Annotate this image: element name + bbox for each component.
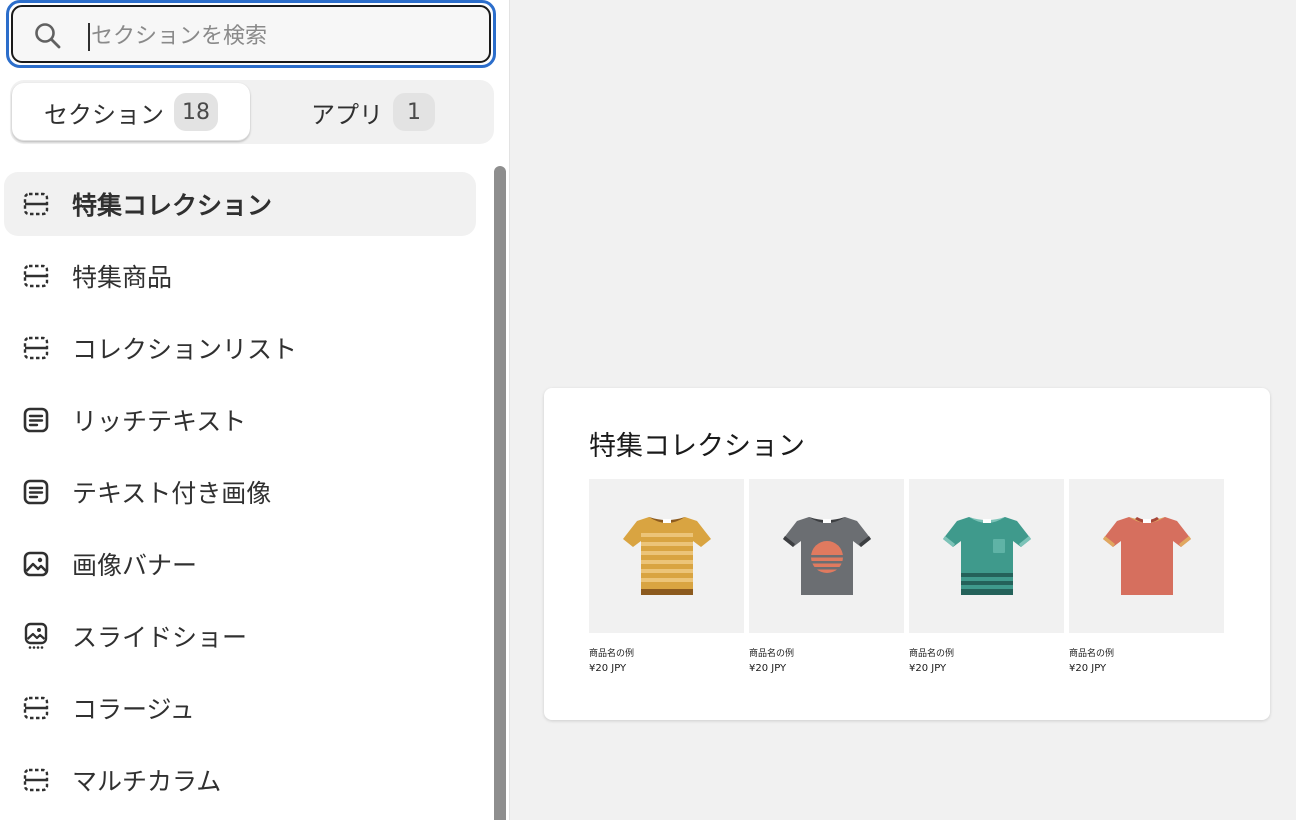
section-item-slideshow[interactable]: スライドショー (4, 604, 476, 668)
section-placeholder-icon (20, 260, 52, 292)
product-card: 商品名の例 ¥20 JPY (749, 479, 904, 674)
section-item-label: スライドショー (72, 623, 248, 652)
striped-tshirt-icon (622, 517, 711, 595)
pocket-tshirt-icon (942, 517, 1031, 595)
section-item-label: コラージュ (72, 695, 195, 724)
tab-group: セクション 18 アプリ 1 (10, 80, 494, 144)
section-item-featured-product[interactable]: 特集商品 (4, 244, 476, 308)
section-item-rich-text[interactable]: リッチテキスト (4, 388, 476, 452)
product-name: 商品名の例 (1069, 649, 1115, 659)
tab-sections[interactable]: セクション 18 (12, 83, 250, 141)
preview-title: 特集コレクション (589, 431, 805, 462)
section-item-label: 画像バナー (72, 551, 198, 580)
text-block-icon (20, 404, 52, 436)
search-input[interactable] (91, 16, 471, 56)
tab-apps-label: アプリ (311, 100, 383, 129)
ringer-tshirt-icon (1102, 517, 1191, 595)
section-placeholder-icon (20, 692, 52, 724)
slideshow-icon (20, 620, 52, 652)
product-image (589, 479, 744, 633)
product-card: 商品名の例 ¥20 JPY (909, 479, 1064, 674)
search-icon (35, 23, 61, 49)
section-picker-sidebar: セクション 18 アプリ 1 特集コレクション 特集商品 コレクションリスト (0, 0, 510, 820)
product-image (749, 479, 904, 633)
section-item-collage[interactable]: コラージュ (4, 676, 476, 740)
section-item-featured-collection[interactable]: 特集コレクション (4, 172, 476, 236)
section-item-multicolumn[interactable]: マルチカラム (4, 748, 476, 812)
product-card: 商品名の例 ¥20 JPY (1069, 479, 1224, 674)
text-caret (88, 23, 90, 51)
product-image (1069, 479, 1224, 633)
search-field[interactable] (11, 5, 491, 63)
product-image (909, 479, 1064, 633)
section-item-image-banner[interactable]: 画像バナー (4, 532, 476, 596)
tab-apps-count-badge: 1 (393, 93, 435, 131)
section-placeholder-icon (20, 764, 52, 796)
graphic-tshirt-icon (782, 517, 871, 595)
product-name: 商品名の例 (909, 649, 955, 659)
product-name: 商品名の例 (749, 649, 795, 659)
search-box[interactable] (6, 0, 496, 68)
section-item-image-with-text[interactable]: テキスト付き画像 (4, 460, 476, 524)
section-placeholder-icon (20, 332, 52, 364)
section-item-label: テキスト付き画像 (72, 479, 272, 508)
section-item-label: コレクションリスト (72, 335, 298, 364)
section-preview-card: 特集コレクション 商品名の例 ¥20 JPY 商品名の例 ¥20 JPY 商品名… (544, 388, 1270, 720)
section-list: 特集コレクション 特集商品 コレクションリスト リッチテキスト テキスト付き画像 (4, 172, 476, 820)
tab-apps[interactable]: アプリ 1 (254, 83, 492, 141)
section-item-label: 特集商品 (72, 263, 173, 292)
product-card: 商品名の例 ¥20 JPY (589, 479, 744, 674)
tab-sections-count-badge: 18 (174, 93, 218, 131)
product-price: ¥20 JPY (909, 663, 947, 674)
product-price: ¥20 JPY (1069, 663, 1107, 674)
preview-product-grid: 商品名の例 ¥20 JPY 商品名の例 ¥20 JPY 商品名の例 ¥20 JP… (589, 479, 1224, 674)
text-block-icon (20, 476, 52, 508)
image-icon (20, 548, 52, 580)
product-price: ¥20 JPY (749, 663, 787, 674)
section-item-label: 特集コレクション (72, 191, 273, 220)
section-item-label: リッチテキスト (72, 407, 247, 436)
product-price: ¥20 JPY (589, 663, 627, 674)
section-item-label: マルチカラム (72, 767, 222, 796)
section-placeholder-icon (20, 188, 52, 220)
section-item-collection-list[interactable]: コレクションリスト (4, 316, 476, 380)
product-name: 商品名の例 (589, 649, 635, 659)
tab-sections-label: セクション (44, 100, 164, 129)
list-scrollbar-thumb[interactable] (494, 166, 506, 820)
